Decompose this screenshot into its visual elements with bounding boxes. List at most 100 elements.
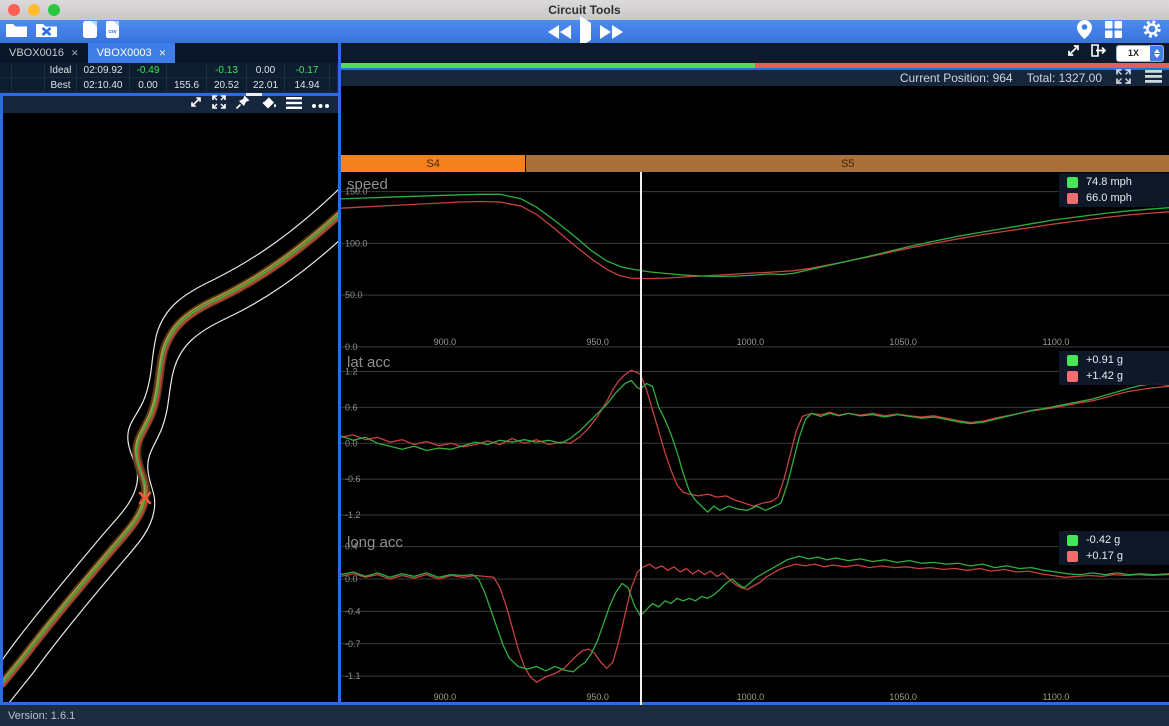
pushpin-icon[interactable] xyxy=(235,95,250,115)
speed-legend: 74.8 mph 66.0 mph xyxy=(1059,173,1169,207)
svg-text:950.0: 950.0 xyxy=(586,337,609,347)
sector-s4[interactable]: S4 xyxy=(341,155,525,172)
svg-text:-1.2: -1.2 xyxy=(345,510,361,520)
circuit-tools-window: Circuit Tools csv xyxy=(0,0,1169,726)
table-cell: 02:09.92 xyxy=(77,63,130,78)
table-cell: 22.01 xyxy=(247,78,285,93)
play-button[interactable] xyxy=(580,23,591,41)
legend-entry: +0.17 g xyxy=(1067,550,1163,562)
location-pin-icon[interactable] xyxy=(1077,20,1092,44)
status-bar: Version: 1.6.1 xyxy=(0,705,1169,726)
legend-value: +0.91 g xyxy=(1086,354,1123,366)
svg-text:0.0: 0.0 xyxy=(345,342,358,350)
lat-acc-chart[interactable]: 1.20.60.0-0.6-1.2lat acc+0.91 g+1.42 g xyxy=(341,350,1169,530)
graph-panel-toolbar: 1X xyxy=(341,43,1169,63)
close-file-icon[interactable] xyxy=(35,21,58,43)
sector-bar[interactable]: S4S5 xyxy=(341,155,1169,172)
tab-close-icon[interactable]: ✕ xyxy=(71,48,79,59)
hamburger-menu-icon[interactable] xyxy=(286,96,302,114)
window-close-button[interactable] xyxy=(8,4,20,16)
svg-text:1050.0: 1050.0 xyxy=(889,692,917,702)
legend-value: 66.0 mph xyxy=(1086,192,1132,204)
open-folder-icon[interactable] xyxy=(5,21,28,43)
fullscreen-icon[interactable] xyxy=(212,95,226,114)
playback-speed-stepper[interactable]: 1X xyxy=(1116,45,1164,62)
table-cell: -0.49 xyxy=(130,63,167,78)
table-cell: 20.52 xyxy=(207,78,247,93)
new-file-icon[interactable] xyxy=(82,20,98,44)
speed-chart[interactable]: 150.0100.050.00.0900.0950.01000.01050.01… xyxy=(341,172,1169,350)
graph-cursor-line[interactable] xyxy=(640,172,642,705)
svg-text:1100.0: 1100.0 xyxy=(1043,337,1070,347)
file-tab-bar: VBOX0016 ✕ VBOX0003 ✕ xyxy=(0,43,338,63)
more-options-icon[interactable] xyxy=(311,96,330,114)
table-cell xyxy=(12,78,45,93)
expand-diagonal-icon[interactable] xyxy=(1066,43,1081,63)
legend-entry: 66.0 mph xyxy=(1067,192,1163,204)
legend-swatch xyxy=(1067,177,1078,188)
stepper-arrows[interactable] xyxy=(1150,46,1163,61)
svg-text:-1.1: -1.1 xyxy=(345,671,361,681)
row-label: Best xyxy=(45,78,77,93)
window-zoom-button[interactable] xyxy=(48,4,60,16)
table-cell xyxy=(12,63,45,78)
chart-title: long acc xyxy=(347,534,403,551)
fullscreen-icon[interactable] xyxy=(1116,69,1131,87)
graphs-panel: S4S5 150.0100.050.00.0900.0950.01000.010… xyxy=(341,86,1169,705)
tab-label: VBOX0016 xyxy=(9,47,64,59)
settings-gear-icon[interactable] xyxy=(1143,20,1161,43)
window-title: Circuit Tools xyxy=(0,3,1169,17)
track-edge-inner xyxy=(9,239,338,703)
table-cell: 155.6 xyxy=(167,78,207,93)
window-minimize-button[interactable] xyxy=(28,4,40,16)
tab-vbox0003[interactable]: VBOX0003 ✕ xyxy=(88,43,176,63)
svg-text:900.0: 900.0 xyxy=(434,337,457,347)
table-cell xyxy=(330,78,338,93)
long-acc-plot[interactable]: 0.40.0-0.4-0.7-1.1900.0950.01000.01050.0… xyxy=(341,530,1169,705)
chart-title: speed xyxy=(347,176,388,193)
speed-plot[interactable]: 150.0100.050.00.0900.0950.01000.01050.01… xyxy=(341,172,1169,350)
svg-text:-0.6: -0.6 xyxy=(345,474,361,484)
export-panel-icon[interactable] xyxy=(1090,43,1107,63)
legend-swatch xyxy=(1067,535,1078,546)
tab-label: VBOX0003 xyxy=(97,47,152,59)
lat-acc-plot[interactable]: 1.20.60.0-0.6-1.2 xyxy=(341,350,1169,530)
table-cell xyxy=(0,78,12,93)
lat-acc-legend: +0.91 g +1.42 g xyxy=(1059,351,1169,385)
legend-swatch xyxy=(1067,193,1078,204)
svg-text:950.0: 950.0 xyxy=(586,692,609,702)
layout-grid-icon[interactable] xyxy=(1105,21,1122,43)
version-label: Version: 1.6.1 xyxy=(8,710,75,722)
table-cell: 02:10.40 xyxy=(77,78,130,93)
tab-vbox0016[interactable]: VBOX0016 ✕ xyxy=(0,43,88,63)
export-csv-icon[interactable]: csv xyxy=(105,20,120,44)
legend-swatch xyxy=(1067,551,1078,562)
track-map-panel[interactable] xyxy=(3,113,338,705)
svg-text:csv: csv xyxy=(108,29,117,35)
svg-text:50.0: 50.0 xyxy=(345,290,363,300)
track-map[interactable] xyxy=(3,113,338,705)
total-label: Total: 1327.00 xyxy=(1027,71,1102,85)
table-cell xyxy=(330,63,338,78)
paint-bucket-icon[interactable] xyxy=(259,95,277,115)
legend-value: 74.8 mph xyxy=(1086,176,1132,188)
legend-swatch xyxy=(1067,355,1078,366)
svg-text:1050.0: 1050.0 xyxy=(889,337,917,347)
rewind-button[interactable] xyxy=(548,25,571,39)
legend-value: -0.42 g xyxy=(1086,534,1120,546)
svg-text:-0.7: -0.7 xyxy=(345,639,361,649)
long-acc-chart[interactable]: 0.40.0-0.4-0.7-1.1900.0950.01000.01050.0… xyxy=(341,530,1169,705)
legend-value: +1.42 g xyxy=(1086,370,1123,382)
fast-forward-button[interactable] xyxy=(600,25,623,39)
current-position-label: Current Position: 964 xyxy=(900,71,1013,85)
sector-s5[interactable]: S5 xyxy=(526,155,1169,172)
expand-diagonal-icon[interactable] xyxy=(189,95,203,114)
tab-close-icon[interactable]: ✕ xyxy=(159,48,167,59)
lap-results-table[interactable]: Ideal02:09.92-0.49-0.130.00-0.17Best02:1… xyxy=(0,63,338,93)
table-cell: -0.17 xyxy=(285,63,330,78)
hamburger-menu-icon[interactable] xyxy=(1145,70,1162,86)
map-panel-toolbar xyxy=(0,96,338,113)
svg-text:-0.4: -0.4 xyxy=(345,606,361,616)
svg-text:900.0: 900.0 xyxy=(434,692,457,702)
row-label: Ideal xyxy=(45,63,77,78)
